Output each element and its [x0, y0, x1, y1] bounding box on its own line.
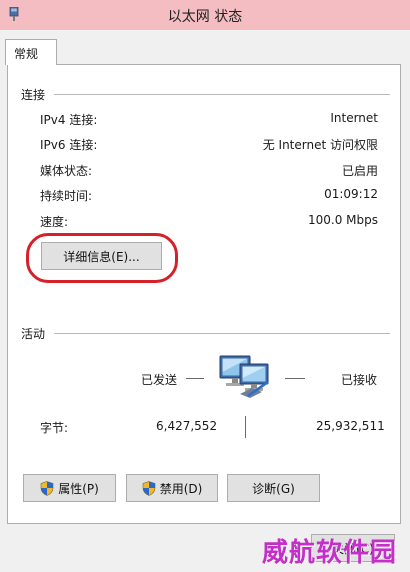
- speed-value: 100.0 Mbps: [307, 213, 378, 227]
- duration-value: 01:09:12: [324, 187, 378, 201]
- uac-shield-icon: [40, 480, 54, 496]
- activity-section-title: 活动: [21, 327, 46, 341]
- received-label: 已接收: [341, 373, 378, 387]
- sent-dash: [186, 378, 204, 379]
- tab-label: 常规: [14, 47, 39, 61]
- properties-button-label: 属性(P): [58, 481, 99, 496]
- disable-button-label: 禁用(D): [159, 481, 203, 496]
- disable-button[interactable]: 禁用(D): [126, 474, 218, 502]
- media-state-label: 媒体状态:: [40, 164, 93, 178]
- connection-section-title: 连接: [21, 88, 46, 102]
- window-title: 以太网 状态: [167, 9, 243, 25]
- bytes-sent-value: 6,427,552: [156, 419, 218, 433]
- bytes-label: 字节:: [40, 421, 69, 435]
- media-state-value: 已启用: [341, 164, 378, 178]
- speed-label: 速度:: [40, 215, 69, 229]
- properties-button[interactable]: 属性(P): [23, 474, 116, 502]
- diagnose-button[interactable]: 诊断(G): [227, 474, 320, 502]
- ipv6-value: 无 Internet 访问权限: [262, 138, 378, 152]
- activity-section-divider: [54, 333, 390, 334]
- ipv6-label: IPv6 连接:: [40, 138, 98, 152]
- tab-general[interactable]: 常规: [5, 39, 57, 65]
- ipv4-value: Internet: [330, 111, 378, 125]
- ipv4-label: IPv4 连接:: [40, 113, 98, 127]
- bytes-divider: [245, 416, 246, 438]
- title-bar[interactable]: 以太网 状态: [0, 0, 410, 30]
- sent-label: 已发送: [141, 373, 178, 387]
- details-button[interactable]: 详细信息(E)...: [41, 242, 162, 270]
- connection-section-divider: [54, 94, 390, 95]
- network-computers-icon: [219, 355, 269, 398]
- uac-shield-icon: [142, 480, 155, 496]
- duration-label: 持续时间:: [40, 189, 93, 203]
- tab-panel: [7, 64, 401, 524]
- received-dash: [285, 378, 305, 379]
- bytes-received-value: 25,932,511: [316, 419, 385, 433]
- watermark: 威航软件园: [262, 538, 398, 568]
